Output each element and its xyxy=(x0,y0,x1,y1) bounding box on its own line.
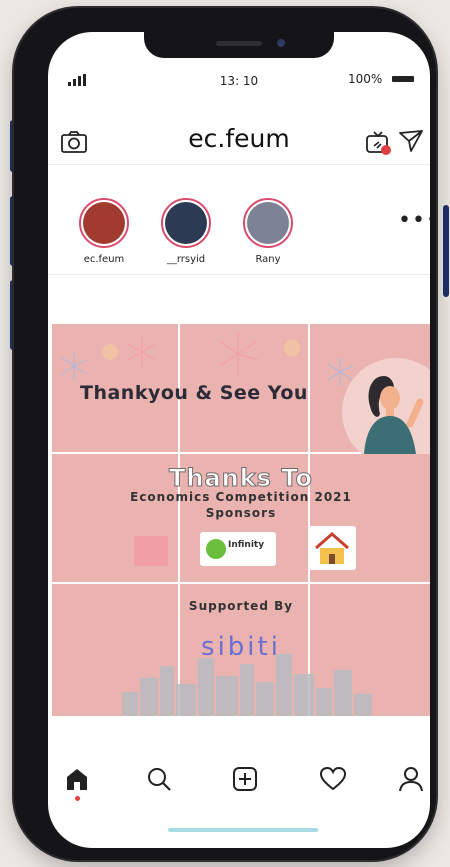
infinity-logo-text: Infinity xyxy=(228,540,265,550)
front-camera xyxy=(277,39,285,47)
thanks-to-heading: Thanks To xyxy=(168,464,313,493)
notch xyxy=(144,32,334,58)
story-avatar xyxy=(83,202,125,244)
story-name: ec.feum xyxy=(83,254,125,265)
send-icon[interactable] xyxy=(398,128,424,154)
stories-bar: ec.feum __rrsyid Rany ••• xyxy=(48,182,430,275)
woman-illustration xyxy=(342,358,430,454)
home-icon[interactable] xyxy=(64,766,90,792)
add-post-icon[interactable] xyxy=(232,766,258,792)
phone-frame: 13: 10 100% ec.feum ec.feum __rrsyid Ran… xyxy=(14,8,436,860)
story-name: __rrsyid xyxy=(166,254,206,265)
supported-by-label: Supported By xyxy=(188,599,294,613)
sponsors-label: Sponsors xyxy=(205,506,277,520)
grid-divider xyxy=(52,582,430,584)
story-item[interactable]: Rany xyxy=(238,198,298,265)
sponsor-logo-vitata xyxy=(134,536,168,566)
heart-icon[interactable] xyxy=(320,766,346,792)
story-avatar xyxy=(165,202,207,244)
phone-screen: 13: 10 100% ec.feum ec.feum __rrsyid Ran… xyxy=(48,32,430,848)
bottom-navigation xyxy=(48,754,430,804)
app-header: ec.feum xyxy=(48,120,430,165)
status-bar: 13: 10 100% xyxy=(48,70,430,92)
igtv-icon[interactable] xyxy=(364,128,392,156)
home-active-dot xyxy=(75,796,80,801)
story-item[interactable]: __rrsyid xyxy=(156,198,216,265)
city-skyline-decoration xyxy=(122,654,372,716)
profile-icon[interactable] xyxy=(398,766,424,792)
story-name: Rany xyxy=(255,254,281,265)
power-button xyxy=(443,205,449,297)
more-options-icon[interactable]: ••• xyxy=(398,208,430,233)
battery-percent: 100% xyxy=(348,72,383,86)
search-icon[interactable] xyxy=(146,766,172,792)
sponsor-logo-house xyxy=(308,526,356,570)
infinity-mark xyxy=(206,539,226,559)
post-headline: Thankyou & See You xyxy=(80,382,308,404)
story-avatar xyxy=(247,202,289,244)
event-name: Economics Competition 2021 xyxy=(130,490,352,504)
sponsor-logo-infinity: Infinity xyxy=(200,532,276,566)
house-icon xyxy=(315,532,349,564)
speaker xyxy=(216,41,262,46)
post-image[interactable]: Thankyou & See You Thanks To Economics C… xyxy=(52,324,430,716)
story-item[interactable]: ec.feum xyxy=(74,198,134,265)
home-indicator[interactable] xyxy=(168,828,318,832)
battery-icon xyxy=(392,76,414,82)
